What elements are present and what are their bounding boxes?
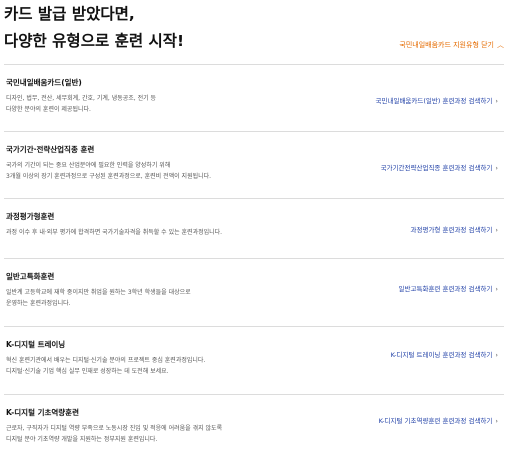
program-description: 근로자, 구직자가 디지털 역량 부족으로 노동시장 진입 및 적응에 어려움을… [6,423,306,445]
chevron-right-icon: › [495,97,498,105]
program-description: 일반계 고등학교에 재학 중이지만 취업을 원하는 3학년 학생들을 대상으로 … [6,287,306,309]
support-type-collapse-button[interactable]: 국민내일배움카드 지원유형 닫기 ︿ [399,40,504,50]
program-search-link-label: K-디지털 기초역량훈련 훈련과정 검색하기 [378,417,493,425]
program-name: K-디지털 기초역량훈련 [6,408,79,417]
chevron-right-icon: › [495,285,498,293]
program-item-general-highschool: 일반고특화훈련 일반계 고등학교에 재학 중이지만 취업을 원하는 3학년 학생… [4,258,504,326]
program-item-national-strategic: 국가기간·전략산업직종 훈련 국가의 기간이 되는 중요 산업분야에 필요한 인… [4,131,504,198]
program-search-link-label: 일반고특화훈련 훈련과정 검색하기 [398,285,493,293]
program-search-link-label: 과정평가형 훈련과정 검색하기 [410,226,493,234]
section-title-line1: 카드 발급 받았다면, [4,5,135,23]
section-header: 카드 발급 받았다면, 다양한 유형으로 훈련 시작! 국민내일배움카드 지원유… [4,0,508,66]
program-search-link-label: K-디지털 트레이닝 훈련과정 검색하기 [390,351,493,359]
program-description: 국가의 기간이 되는 중요 산업분야에 필요한 인력을 양성하기 위해 3개월 … [6,160,306,182]
program-name: 과정평가형훈련 [6,212,55,221]
program-description: 디자인, 법무, 전산, 세무회계, 간호, 기계, 냉동공조, 전기 등 다양… [6,93,306,115]
section-title-line2: 다양한 유형으로 훈련 시작! [4,32,185,50]
support-type-collapse-label: 국민내일배움카드 지원유형 닫기 [399,41,494,49]
program-description: 과정 이수 후 내·외부 평가에 합격하면 국가기술자격을 취득할 수 있는 훈… [6,227,306,238]
program-search-link-label: 국민내일배움카드(일반) 훈련과정 검색하기 [375,97,493,105]
program-search-link[interactable]: K-디지털 트레이닝 훈련과정 검색하기 › [391,349,498,359]
chevron-right-icon: › [495,226,498,234]
program-description-line: 다양한 분야의 훈련이 제공됩니다. [6,106,91,113]
program-name: 국민내일배움카드(일반) [6,78,82,87]
program-search-link[interactable]: 국민내일배움카드(일반) 훈련과정 검색하기 › [376,95,498,105]
program-description-line: 운영하는 훈련과정입니다. [6,300,71,307]
program-search-link[interactable]: K-디지털 기초역량훈련 훈련과정 검색하기 › [379,415,498,425]
chevron-right-icon: › [495,351,498,359]
program-item-k-digital-basic: K-디지털 기초역량훈련 근로자, 구직자가 디지털 역량 부족으로 노동시장 … [4,394,504,450]
program-description-line: 과정 이수 후 내·외부 평가에 합격하면 국가기술자격을 취득할 수 있는 훈… [6,229,223,236]
program-name: 일반고특화훈련 [6,272,55,281]
program-description-line: 3개월 이상의 장기 훈련과정으로 구성된 훈련과정으로, 훈련비 전액이 지원… [6,173,212,180]
program-description-line: 디지털 분야 기초역량 개발을 지원하는 정부지원 훈련입니다. [6,436,158,443]
program-name: K-디지털 트레이닝 [6,340,66,349]
program-search-link-label: 국가기간전략산업직종 훈련과정 검색하기 [380,164,493,172]
program-description-line: 디지털·신기술 기업 핵심 실무 인재로 성장하는 데 도전해 보세요. [6,368,169,375]
training-program-list: 국민내일배움카드(일반) 디자인, 법무, 전산, 세무회계, 간호, 기계, … [4,64,504,450]
chevron-up-icon: ︿ [497,41,504,49]
program-name: 국가기간·전략산업직종 훈련 [6,145,95,154]
program-description-line: 근로자, 구직자가 디지털 역량 부족으로 노동시장 진입 및 적응에 어려움을… [6,425,223,432]
program-description-line: 혁신 훈련기관에서 배우는 디지털·신기술 분야의 프로젝트 중심 훈련과정입니… [6,357,206,364]
program-item-k-digital-training: K-디지털 트레이닝 혁신 훈련기관에서 배우는 디지털·신기술 분야의 프로젝… [4,326,504,394]
program-search-link[interactable]: 과정평가형 훈련과정 검색하기 › [411,224,498,234]
program-description-line: 국가의 기간이 되는 중요 산업분야에 필요한 인력을 양성하기 위해 [6,162,171,169]
program-search-link[interactable]: 국가기간전략산업직종 훈련과정 검색하기 › [381,162,498,172]
program-search-link[interactable]: 일반고특화훈련 훈련과정 검색하기 › [399,283,498,293]
chevron-right-icon: › [495,417,498,425]
program-item-course-assessment: 과정평가형훈련 과정 이수 후 내·외부 평가에 합격하면 국가기술자격을 취득… [4,198,504,258]
program-description-line: 디자인, 법무, 전산, 세무회계, 간호, 기계, 냉동공조, 전기 등 [6,95,157,102]
program-description-line: 일반계 고등학교에 재학 중이지만 취업을 원하는 3학년 학생들을 대상으로 [6,289,191,296]
program-description: 혁신 훈련기관에서 배우는 디지털·신기술 분야의 프로젝트 중심 훈련과정입니… [6,355,306,377]
chevron-right-icon: › [495,164,498,172]
program-item-card-general: 국민내일배움카드(일반) 디자인, 법무, 전산, 세무회계, 간호, 기계, … [4,64,504,131]
